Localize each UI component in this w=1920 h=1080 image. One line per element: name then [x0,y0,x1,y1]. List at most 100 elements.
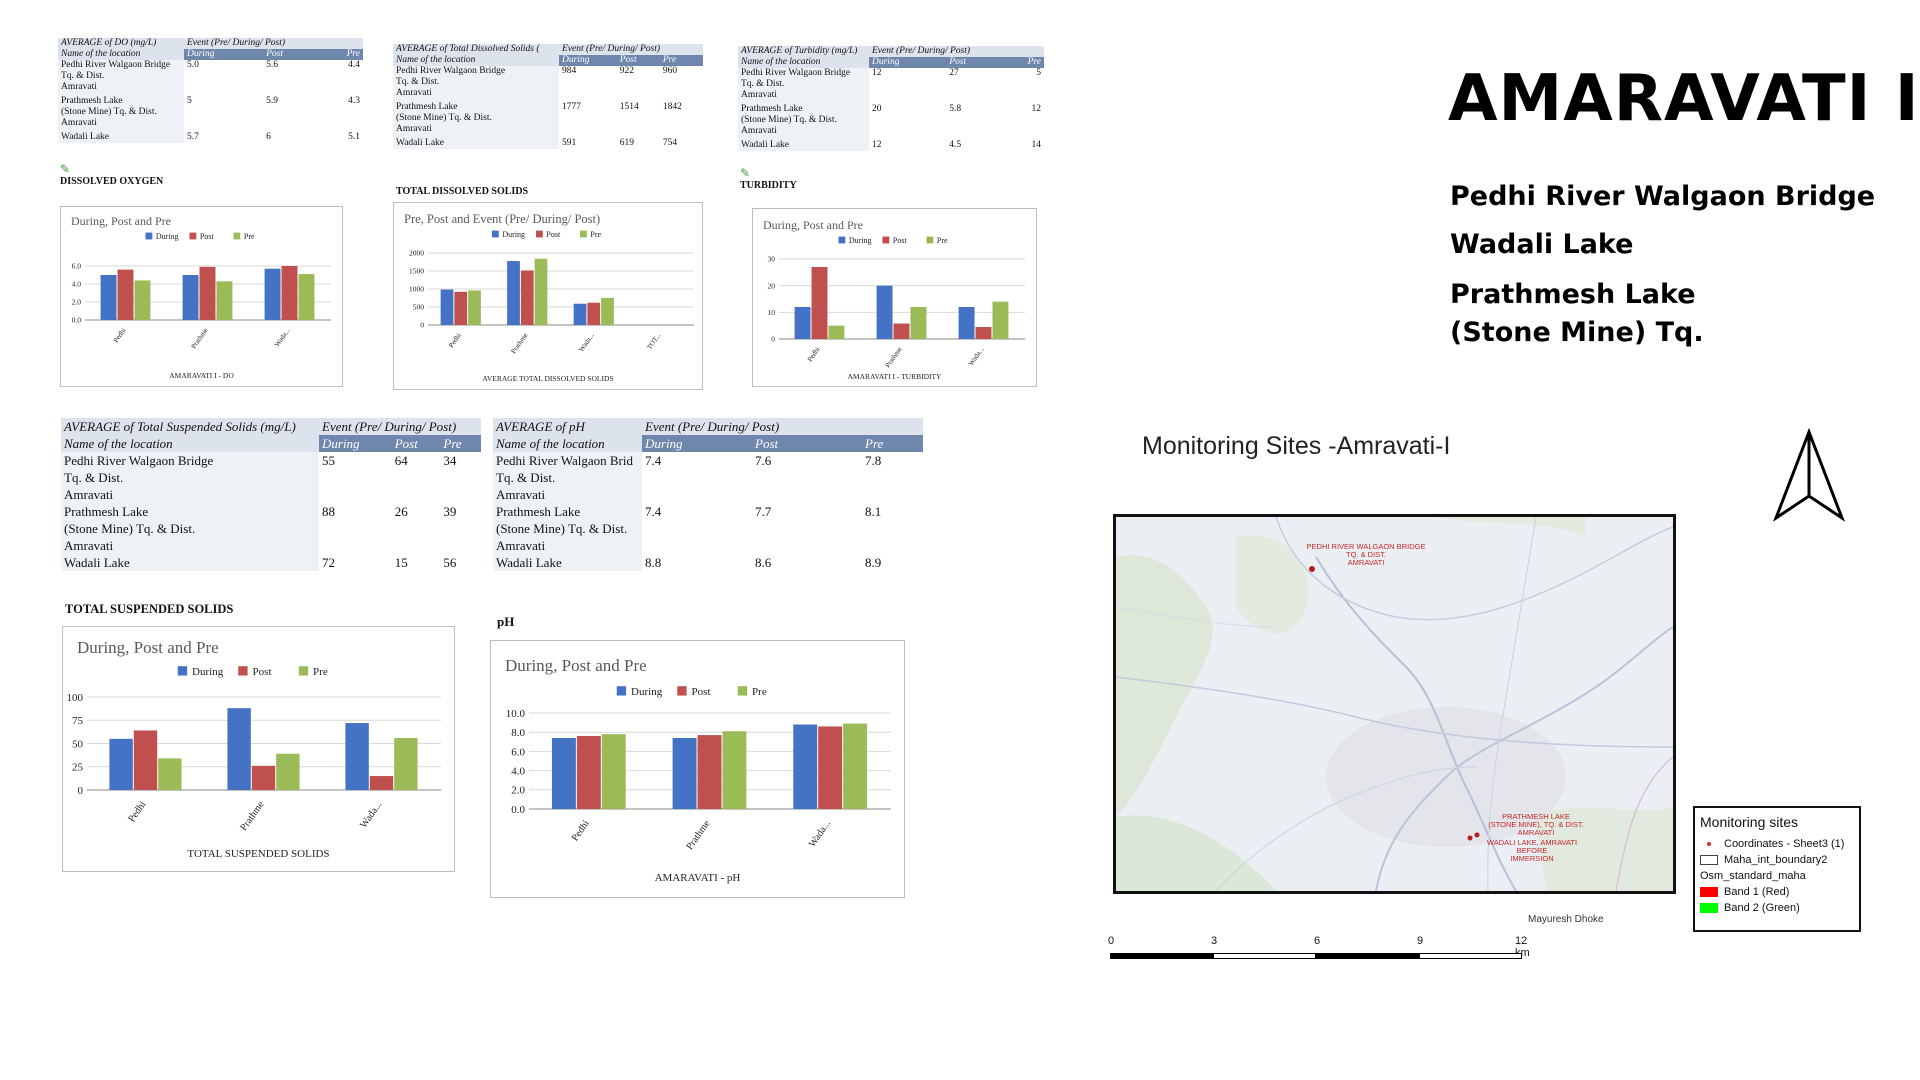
y-tick-label: 2.0 [511,785,525,797]
bar [281,266,298,320]
chart-title: During, Post and Pre [505,656,647,675]
table-cell: 39 [443,504,457,519]
chart-tss-svg: During, Post and Pre During Post Pre 0 25 50 75… [67,638,441,860]
scale-bar: 0 3 6 9 12 km [1108,935,1530,965]
col-during: During [642,435,752,452]
loc-line: Tq. & Dist. [396,77,440,87]
loc-line: Wadali Lake [493,554,642,571]
col-post: Post [752,435,862,452]
loc-line: (Stone Mine) Tq. & Dist. [64,521,196,536]
x-axis-label: AMARAVATI I - DO [169,371,234,380]
bar [468,290,481,325]
scale-segment [1213,953,1316,959]
chart-tds-svg: Pre, Post and Event (Pre/ During/ Post) D… [404,212,694,383]
legend-swatch [580,230,587,238]
legend-label: During [156,232,179,241]
x-axis-label: AVERAGE TOTAL DISSOLVED SOLIDS [482,374,613,383]
legend-swatch [492,230,499,238]
x-category-label: Prathme [238,799,266,833]
turb-table: AVERAGE of Turbidity (mg/L) Event (Pre/ D… [738,46,1044,151]
col-pre: Pre [440,435,481,452]
chart-ph: During, Post and Pre During Post Pre 0.0 2.0 4… [490,640,905,898]
legend-red-swatch-icon [1700,887,1718,897]
col-pre: Pre [862,435,924,452]
bar [793,724,818,809]
chart-title: During, Post and Pre [77,638,219,657]
bar [109,738,133,790]
pencil-icon: ✎ [740,166,751,180]
bar [958,307,975,339]
site-marker-wadali[interactable] [1467,835,1473,841]
col-during: During [559,55,617,66]
y-tick-label: 0 [771,335,775,344]
y-tick-label: 20 [768,281,776,290]
loc-line: Amravati [496,487,546,502]
bar [893,323,910,339]
table-cell: 754 [662,138,678,148]
y-tick-label: 10 [768,308,776,317]
section-label-ph: pH [497,614,515,629]
table-loc-header: Name of the location [393,55,559,66]
x-category-label: Wada... [273,326,292,348]
table-cell: 5.9 [266,96,278,106]
table-title-text: AVERAGE of Total Dissolved Solids ( [396,44,540,54]
pencil-icon: ✎ [60,162,71,176]
bar [587,302,601,325]
bar [876,285,893,339]
chart-turb: During, Post and Pre During Post Pre 0 10 20 30… [752,208,1037,387]
legend-swatch [177,666,188,676]
loc-line: Amravati [496,538,546,553]
site-marker-prathmesh[interactable] [1474,832,1480,838]
bar [573,303,587,325]
chart-tss: During, Post and Pre During Post Pre 0 25 50 75… [62,626,455,872]
table-loc-header: Name of the location [61,435,319,452]
bar [551,737,576,809]
table-cell: 4.5 [949,140,962,150]
table-cell: 1842 [662,102,682,112]
loc-line: Amravati [396,124,432,134]
table-loc-header: Name of the location [58,49,184,60]
table-cell: 1514 [619,102,639,112]
bar [576,736,601,809]
bar [117,269,134,320]
x-category-label: Wada... [967,345,986,367]
x-category-label: Pedhi [126,799,148,824]
y-tick-label: 30 [768,255,776,264]
site-name: Wadali Lake [1450,229,1634,260]
bar [298,274,315,320]
legend-item: Band 1 (Red) [1700,884,1859,900]
legend-label: Post [692,686,711,698]
table-cell: 7.4 [645,453,662,468]
legend-swatch [536,230,543,238]
map-label-prathmesh: PRATHMESH LAKE (STONE MINE), TQ. & DIST.… [1486,813,1586,837]
bar [394,737,418,790]
table-cell: 15 [394,555,408,570]
section-label-turb: TURBIDITY [740,180,797,191]
table-cell: 88 [322,504,335,519]
ph-table: AVERAGE of pH Event (Pre/ During/ Post) N… [493,418,924,571]
legend-green-swatch-icon [1700,903,1718,913]
loc-line: Tq. & Dist. [496,470,556,485]
bar [100,275,117,320]
table-row: Wadali Lake 72 15 56 [61,554,481,571]
site-map[interactable]: PEDHI RIVER WALGAON BRIDGE TQ. & DIST. A… [1113,514,1676,894]
table-row: Pedhi River Walgaon Bridge Tq. & Dist. Amr… [61,452,481,503]
table-row: Prathmesh Lake (Stone Mine) Tq. & Dist. Am… [61,503,481,554]
loc-line: (Stone Mine) Tq. & Dist. [741,115,837,125]
loc-line: Amravati [61,82,97,92]
legend-label: Post [893,236,908,245]
map-label-wadali: WADALI LAKE, AMRAVATI BEFORE IMMERSION [1482,839,1582,863]
y-tick-label: 6.0 [72,262,82,271]
bar [507,261,520,325]
turb-table-block: AVERAGE of Turbidity (mg/L) Event (Pre/ D… [738,46,1044,151]
section-label-tds: TOTAL DISSOLVED SOLIDS [396,186,529,197]
table-cell: 5 [1036,68,1041,78]
y-tick-label: 1000 [409,285,424,294]
loc-line: Pedhi River Walgaon Bridge [61,60,171,70]
loc-line: Pedhi River Walgaon Bridge [741,68,851,78]
chart-ph-svg: During, Post and Pre During Post Pre 0.0 2.0 4… [505,656,891,884]
loc-line: Prathmesh Lake [64,504,149,519]
table-cell: 984 [562,66,577,76]
table-cell: 27 [949,68,959,78]
y-tick-label: 100 [67,692,84,704]
